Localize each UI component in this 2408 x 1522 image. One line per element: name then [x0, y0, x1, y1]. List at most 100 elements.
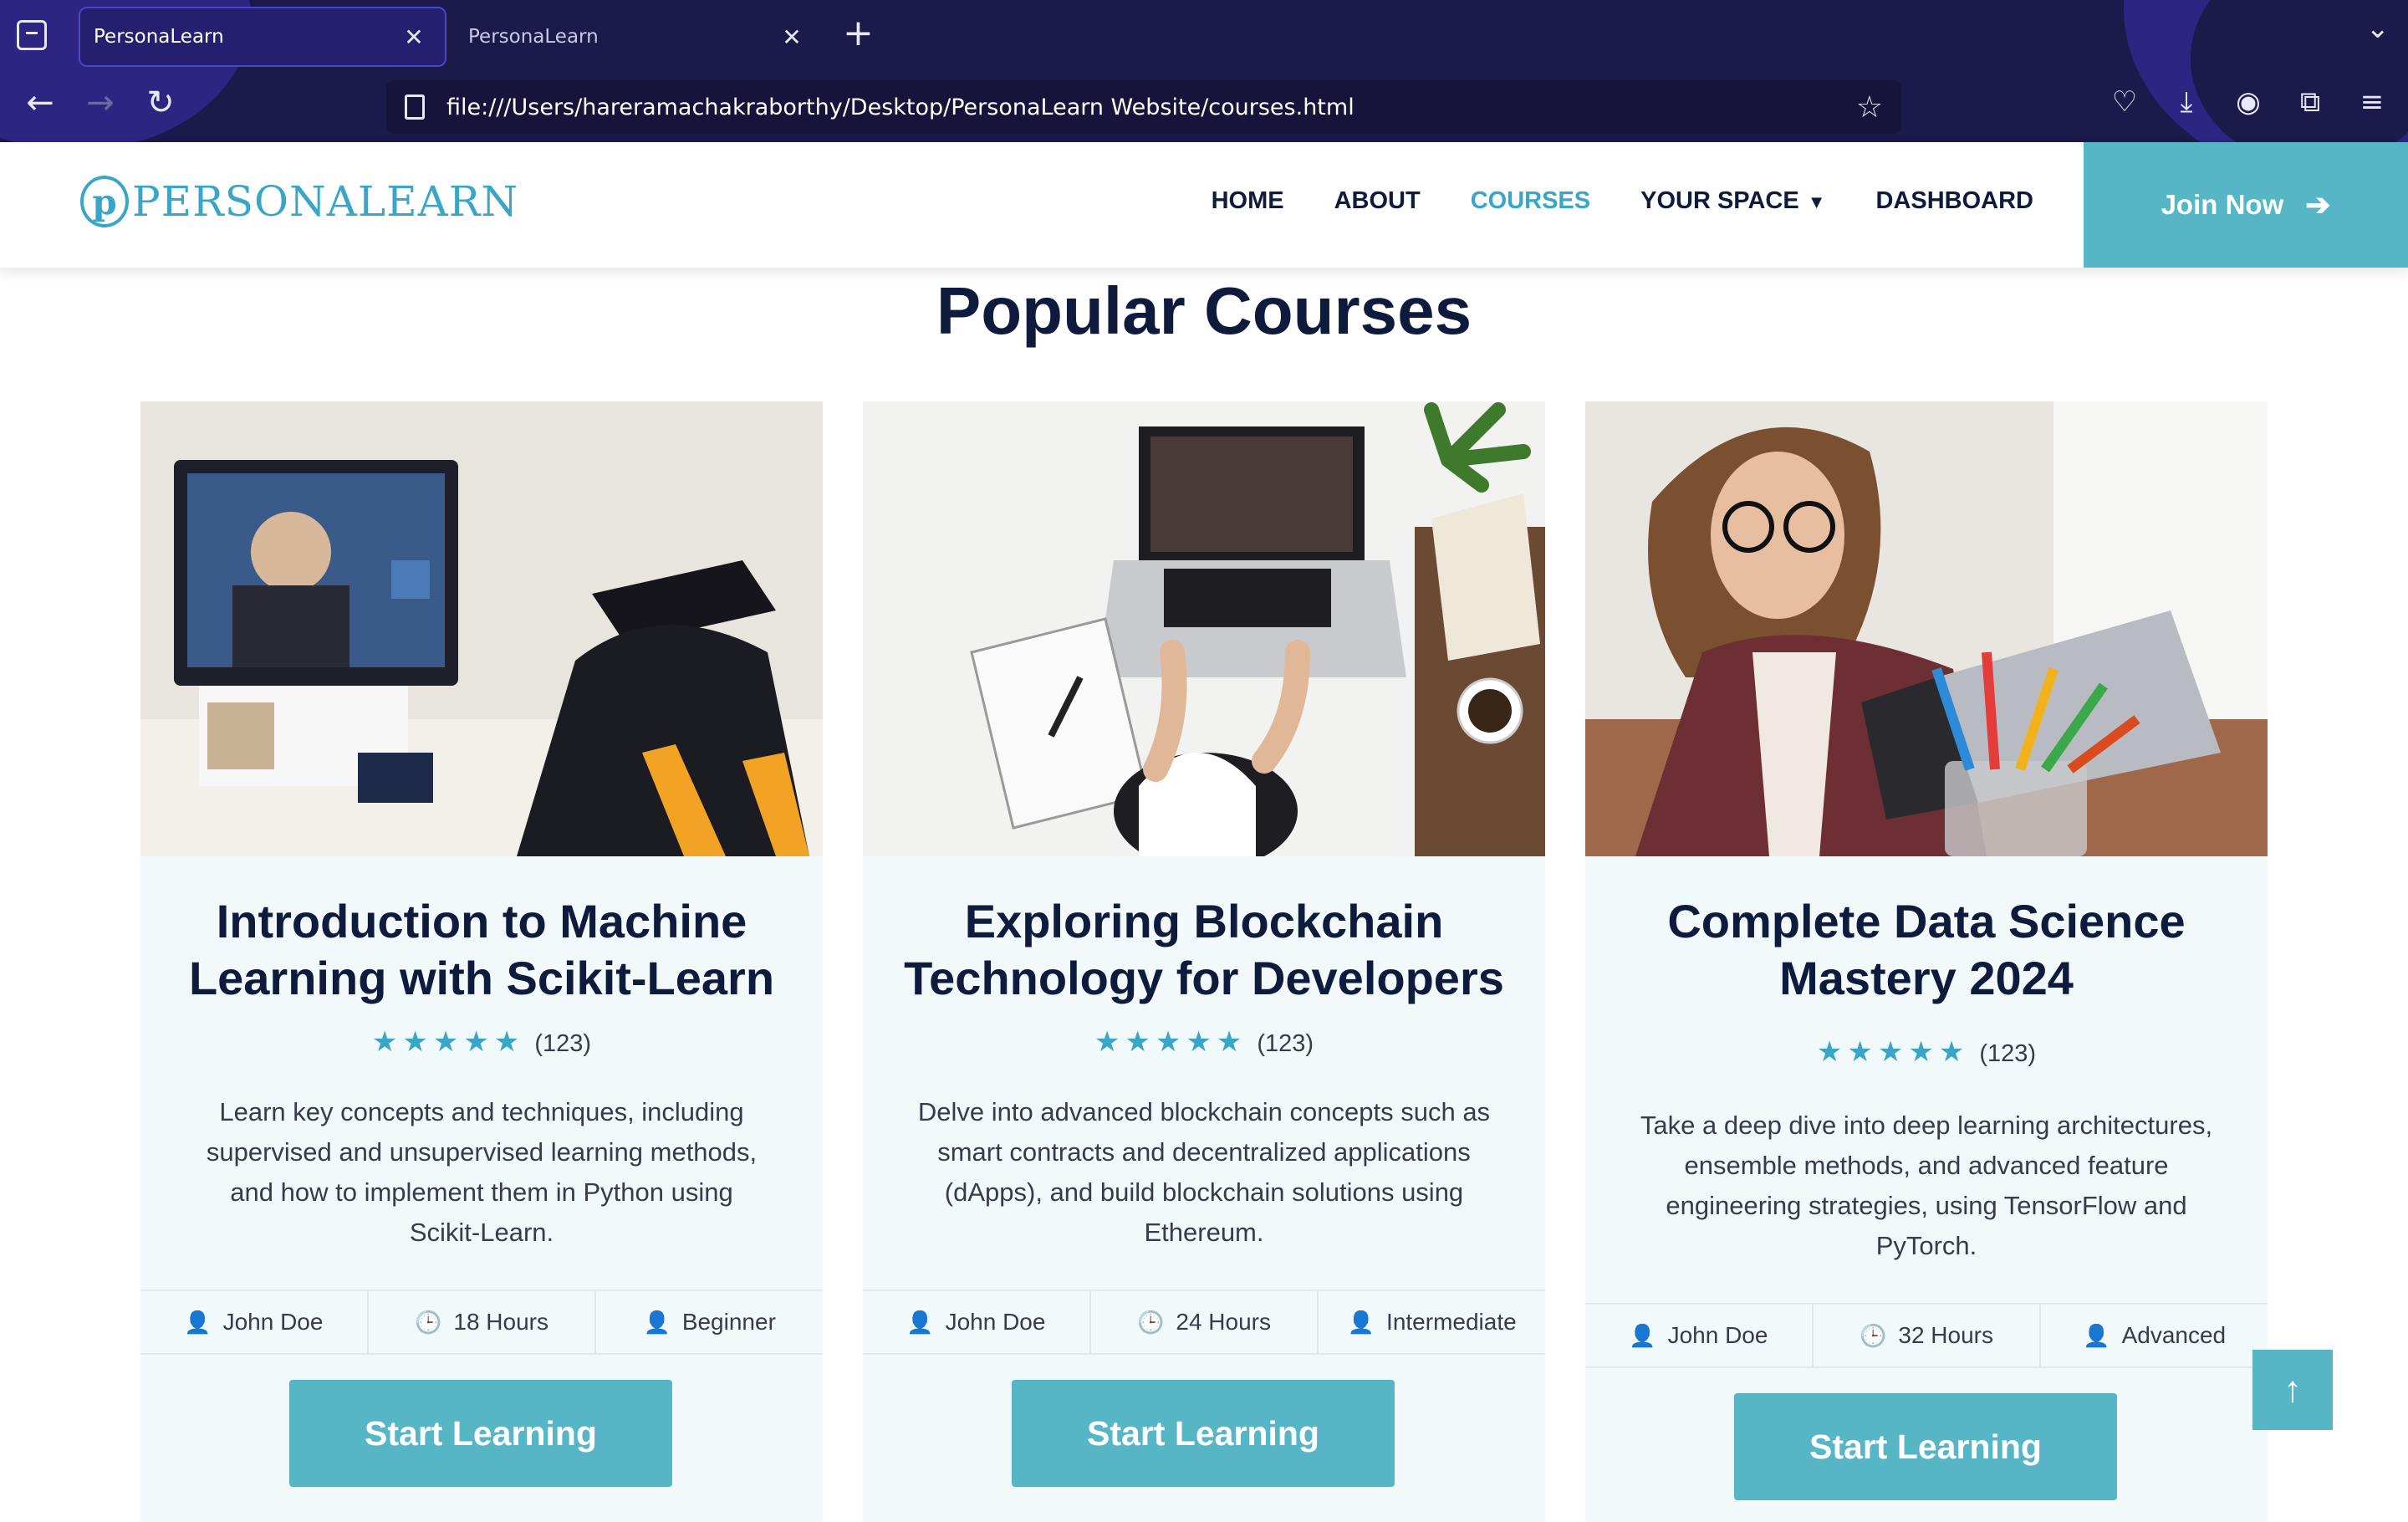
logo-text: PERSONALEARN — [132, 177, 519, 226]
address-bar[interactable]: file:///Users/hareramachakraborthy/Deskt… — [386, 80, 1901, 134]
arrow-up-icon: ↑ — [2283, 1369, 2302, 1410]
tab-list-icon[interactable] — [17, 20, 47, 50]
nav-courses[interactable]: COURSES — [1471, 187, 1590, 215]
tab-active[interactable]: PersonaLearn ✕ — [79, 7, 446, 67]
course-card: Exploring Blockchain Technology for Deve… — [863, 401, 1545, 1522]
meta-instructor: 👤 John Doe — [1585, 1305, 1814, 1366]
course-card: Introduction to Machine Learning with Sc… — [140, 401, 823, 1522]
navigation-toolbar: ← → ↻ file:///Users/hareramachakraborthy… — [0, 74, 2408, 142]
pocket-icon[interactable]: ♡ — [2109, 85, 2140, 119]
account-icon[interactable]: ◉ — [2232, 85, 2264, 119]
start-learning-button[interactable]: Start Learning — [1734, 1393, 2117, 1500]
star-icon: ★★★★★ — [1816, 1036, 1970, 1068]
join-now-label: Join Now — [2161, 189, 2284, 220]
tab-title: PersonaLearn — [94, 26, 224, 48]
tab-strip: PersonaLearn ✕ PersonaLearn ✕ + ⌄ — [0, 0, 2408, 74]
level: Advanced — [2121, 1322, 2227, 1348]
menu-icon[interactable]: ≡ — [2356, 85, 2388, 119]
site-header: p PERSONALEARN HOME ABOUT COURSES YOUR S… — [0, 142, 2408, 268]
nav-your-space[interactable]: YOUR SPACE ▼ — [1640, 187, 1825, 215]
level: Beginner — [681, 1309, 776, 1335]
instructor-name: John Doe — [945, 1309, 1046, 1335]
toolbar-icons: ♡ ⤓ ◉ ⧉ ≡ — [2109, 85, 2388, 119]
start-learning-button[interactable]: Start Learning — [1012, 1380, 1395, 1487]
rating-count: (123) — [1257, 1030, 1314, 1057]
meta-duration: 🕒 18 Hours — [369, 1291, 597, 1353]
back-icon[interactable]: ← — [17, 84, 64, 122]
meta-instructor: 👤 John Doe — [140, 1291, 369, 1353]
page-icon — [405, 94, 425, 120]
student-studying-photo — [1585, 401, 2268, 856]
extensions-icon[interactable]: ⧉ — [2294, 85, 2326, 119]
meta-duration: 🕒 32 Hours — [1814, 1305, 2042, 1366]
meta-duration: 🕒 24 Hours — [1091, 1291, 1319, 1353]
tab-title: PersonaLearn — [468, 26, 599, 48]
back-to-top-button[interactable]: ↑ — [2252, 1350, 2333, 1430]
meta-level: 👤 Advanced — [2041, 1305, 2268, 1366]
arrow-right-icon: ➔ — [2305, 187, 2331, 222]
duration: 24 Hours — [1176, 1309, 1271, 1335]
clock-icon: 🕒 — [1860, 1322, 1887, 1348]
person-icon: 👤 — [2083, 1322, 2110, 1348]
chevron-down-icon[interactable]: ⌄ — [2366, 12, 2390, 45]
close-icon[interactable]: ✕ — [400, 23, 428, 51]
meta-level: 👤 Intermediate — [1319, 1291, 1545, 1353]
rating-count: (123) — [1979, 1040, 2037, 1067]
meta-level: 👤 Beginner — [596, 1291, 823, 1353]
join-now-button[interactable]: Join Now ➔ — [2084, 142, 2408, 268]
star-icon: ★★★★★ — [1094, 1026, 1247, 1058]
course-meta: 👤 John Doe 🕒 32 Hours 👤 Advanced — [1585, 1303, 2268, 1368]
nav-dashboard[interactable]: DASHBOARD — [1876, 187, 2034, 215]
course-description: Learn key concepts and techniques, inclu… — [206, 1097, 758, 1247]
course-image — [1585, 401, 2268, 856]
nav-your-space-label: YOUR SPACE — [1640, 187, 1799, 214]
new-tab-icon[interactable]: + — [843, 12, 874, 54]
browser-chrome: PersonaLearn ✕ PersonaLearn ✕ + ⌄ ← → ↻ … — [0, 0, 2408, 142]
course-meta: 👤 John Doe 🕒 24 Hours 👤 Intermediate — [863, 1290, 1545, 1355]
instructor-name: John Doe — [222, 1309, 324, 1335]
rating-count: (123) — [534, 1030, 592, 1057]
course-image — [863, 401, 1545, 856]
user-icon: 👤 — [1629, 1322, 1656, 1348]
course-rating: ★★★★★ (123) — [863, 1025, 1545, 1059]
laptop-desk-photo — [863, 401, 1545, 856]
instructor-name: John Doe — [1667, 1322, 1768, 1348]
course-rating: ★★★★★ (123) — [140, 1025, 823, 1059]
course-description: Delve into advanced blockchain concepts … — [917, 1097, 1491, 1247]
level: Intermediate — [1386, 1309, 1517, 1335]
course-description: Take a deep dive into deep learning arch… — [1640, 1111, 2213, 1260]
user-icon: 👤 — [184, 1309, 212, 1335]
nav-home[interactable]: HOME — [1212, 187, 1284, 215]
star-icon: ★★★★★ — [371, 1026, 525, 1058]
course-meta: 👤 John Doe 🕒 18 Hours 👤 Beginner — [140, 1290, 823, 1355]
forward-icon[interactable]: → — [77, 84, 124, 122]
close-icon[interactable]: ✕ — [778, 23, 806, 51]
course-image — [140, 401, 823, 856]
duration: 18 Hours — [453, 1309, 548, 1335]
nav-about[interactable]: ABOUT — [1334, 187, 1421, 215]
section-title: Popular Courses — [936, 273, 1472, 349]
main-nav: HOME ABOUT COURSES YOUR SPACE ▼ DASHBOARD — [1212, 187, 2033, 215]
site-logo[interactable]: p PERSONALEARN — [80, 176, 518, 227]
course-title[interactable]: Complete Data Science Mastery 2024 — [1585, 893, 2268, 1007]
graduation-photo — [140, 401, 823, 856]
duration: 32 Hours — [1898, 1322, 1993, 1348]
reload-icon[interactable]: ↻ — [137, 84, 184, 122]
meta-instructor: 👤 John Doe — [863, 1291, 1091, 1353]
user-icon: 👤 — [906, 1309, 934, 1335]
course-title[interactable]: Exploring Blockchain Technology for Deve… — [863, 893, 1545, 1007]
course-card: Complete Data Science Mastery 2024 ★★★★★… — [1585, 401, 2268, 1522]
clock-icon: 🕒 — [1137, 1309, 1165, 1335]
clock-icon: 🕒 — [415, 1309, 442, 1335]
bookmark-star-icon[interactable]: ☆ — [1856, 89, 1883, 125]
course-rating: ★★★★★ (123) — [1585, 1035, 2268, 1069]
start-learning-button[interactable]: Start Learning — [289, 1380, 672, 1487]
course-title[interactable]: Introduction to Machine Learning with Sc… — [140, 893, 823, 1007]
download-icon[interactable]: ⤓ — [2171, 85, 2202, 119]
tab-inactive[interactable]: PersonaLearn ✕ — [455, 7, 823, 67]
url-text[interactable]: file:///Users/hareramachakraborthy/Deskt… — [446, 94, 1856, 120]
logo-mark-icon: p — [80, 176, 129, 227]
person-icon: 👤 — [1347, 1309, 1375, 1335]
chevron-down-icon: ▼ — [1807, 192, 1826, 212]
person-icon: 👤 — [643, 1309, 671, 1335]
